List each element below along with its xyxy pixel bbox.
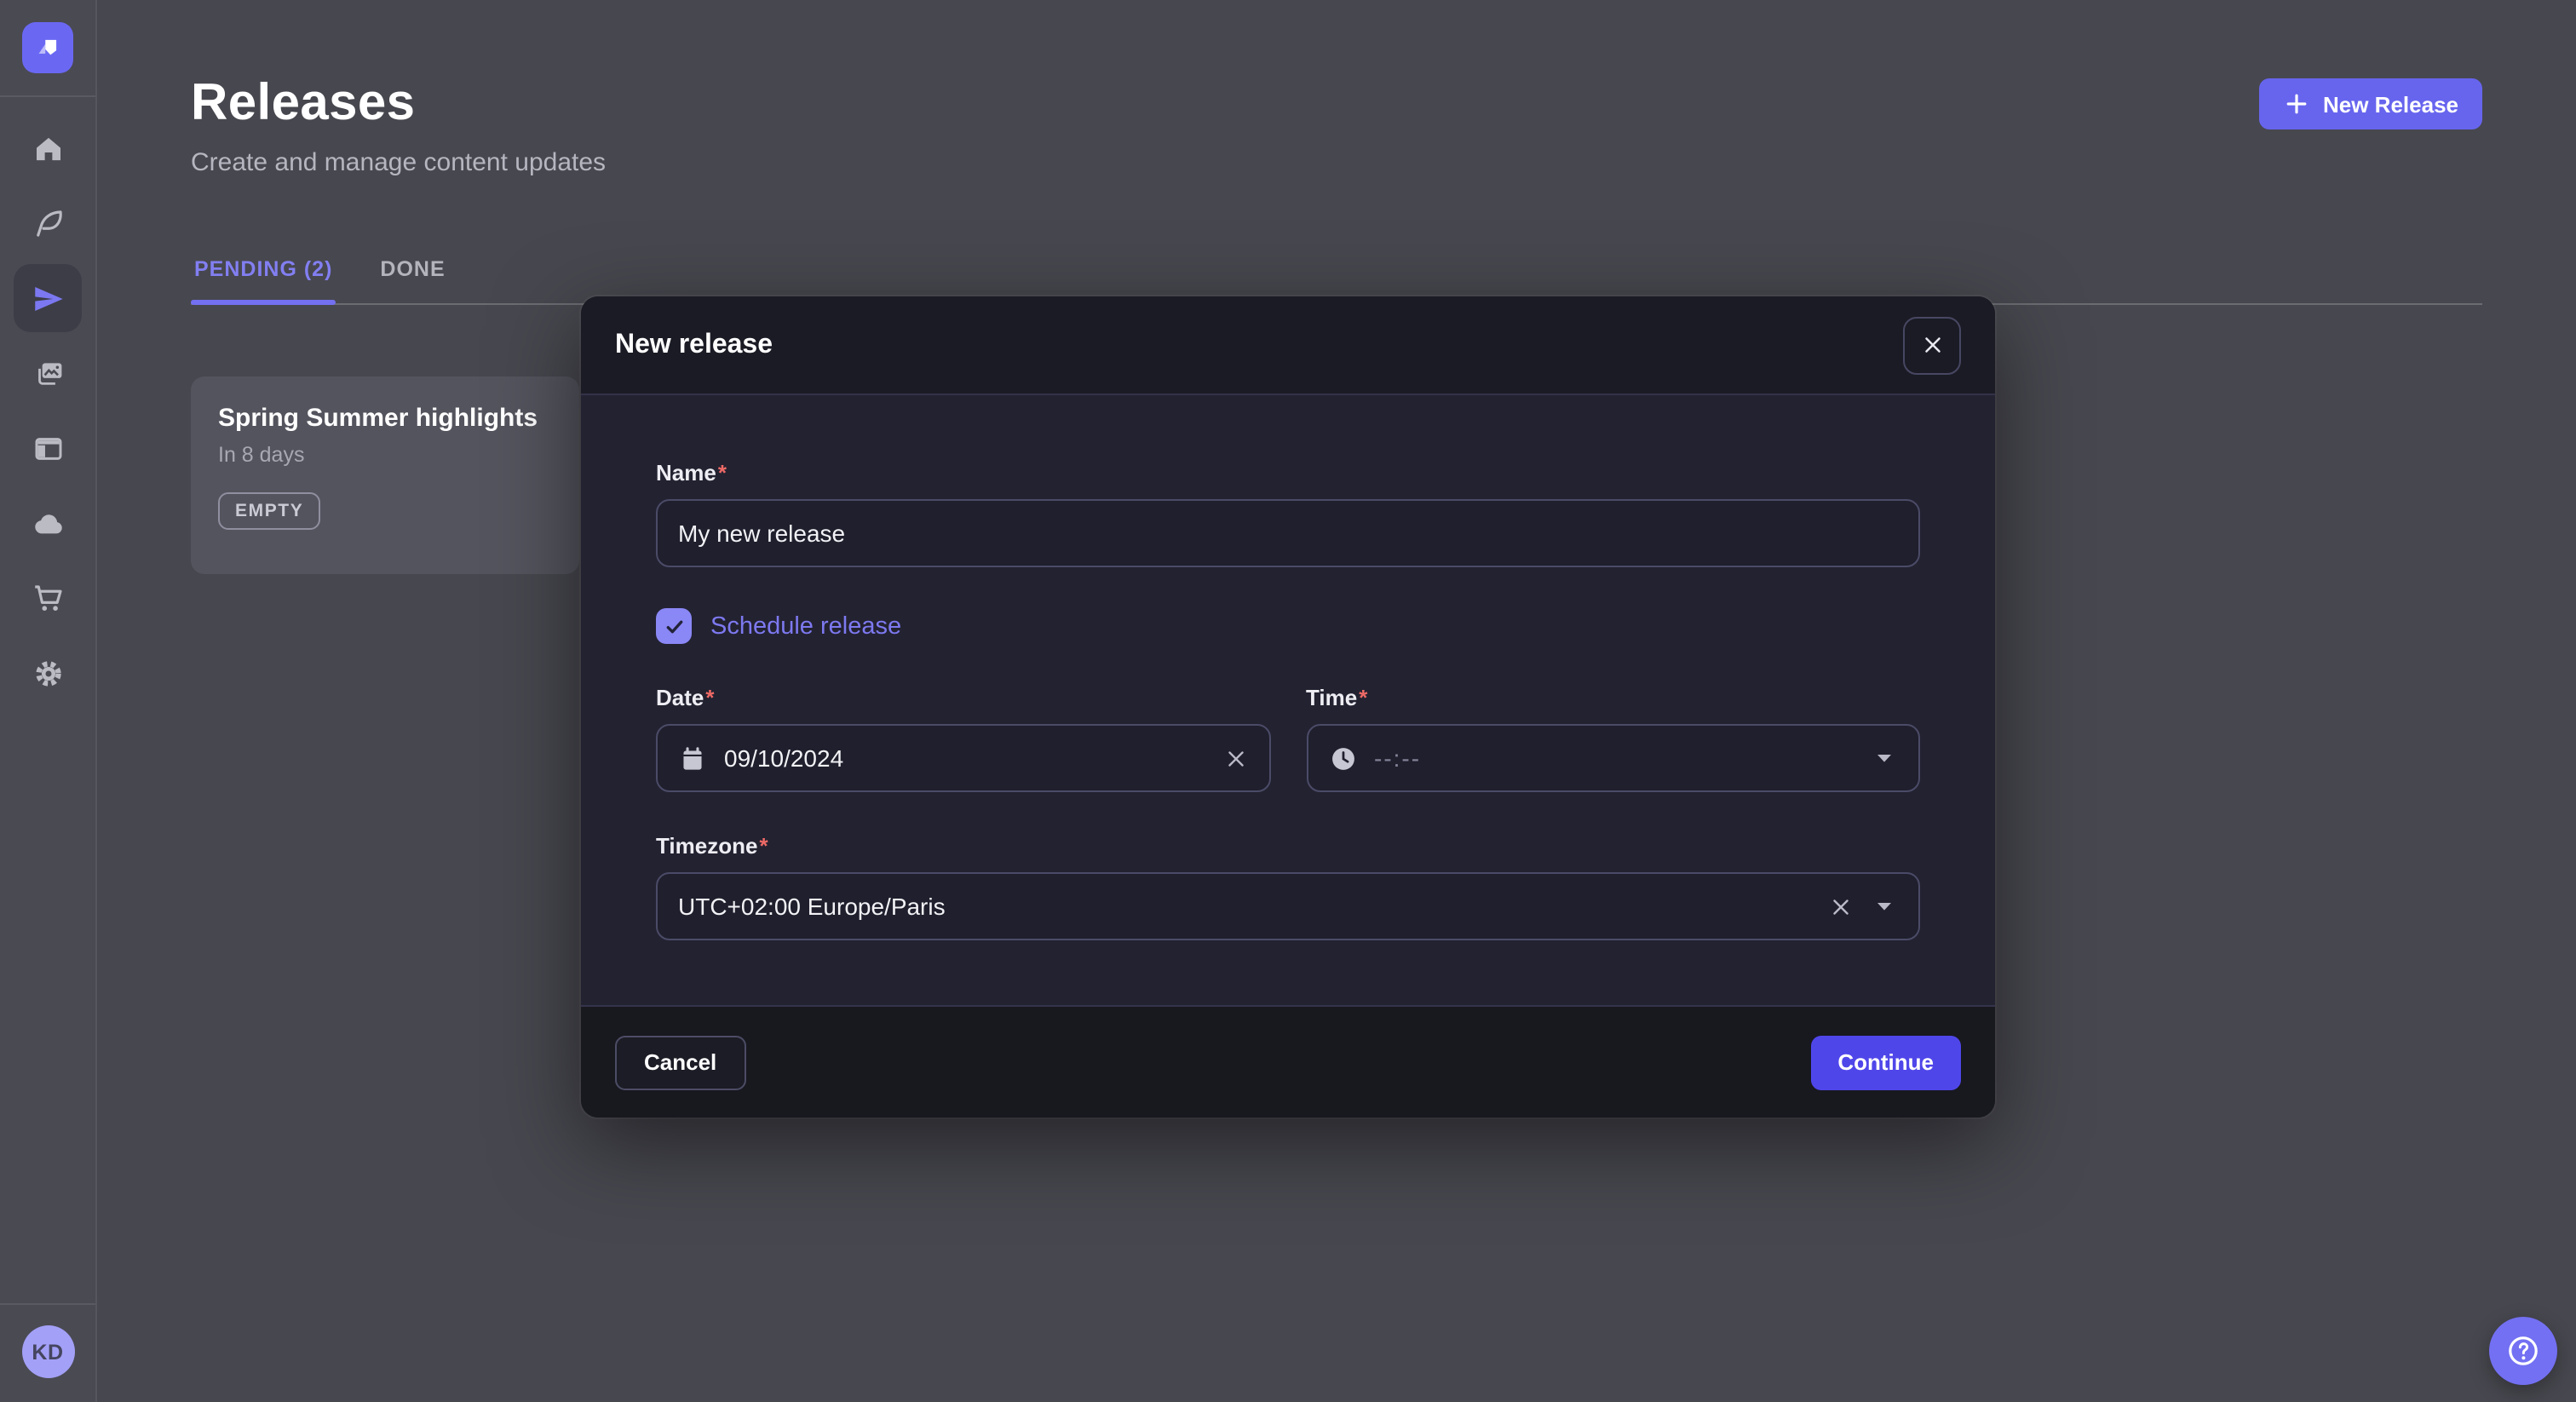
cancel-button[interactable]: Cancel	[615, 1035, 745, 1089]
schedule-row: Schedule release	[656, 608, 1920, 644]
name-input[interactable]	[678, 520, 1898, 547]
date-input[interactable]	[724, 744, 1205, 772]
name-label: Name*	[656, 460, 1920, 486]
continue-button[interactable]: Continue	[1810, 1035, 1961, 1089]
time-input[interactable]	[1374, 744, 1854, 772]
time-label-text: Time	[1306, 685, 1357, 710]
caret-down-icon	[1871, 893, 1898, 920]
modal-close-button[interactable]	[1903, 316, 1961, 374]
check-icon	[662, 614, 686, 638]
required-asterisk: *	[705, 685, 714, 710]
help-button[interactable]	[2489, 1317, 2557, 1385]
app-root: KD Releases Create and manage content up…	[0, 0, 2576, 1402]
timezone-field	[656, 872, 1920, 940]
required-asterisk: *	[1359, 685, 1367, 710]
modal-title: New release	[615, 330, 773, 360]
time-group: Time*	[1306, 685, 1920, 792]
schedule-checkbox[interactable]	[656, 608, 692, 644]
time-label: Time*	[1306, 685, 1920, 710]
timezone-clear-button[interactable]	[1828, 893, 1854, 919]
timezone-label-text: Timezone	[656, 833, 757, 859]
x-icon	[1828, 893, 1854, 919]
date-clear-button[interactable]	[1222, 745, 1248, 771]
clock-icon	[1328, 744, 1357, 773]
caret-down-icon	[1871, 744, 1898, 772]
date-field	[656, 724, 1270, 792]
question-icon	[2504, 1332, 2542, 1370]
close-icon	[1919, 332, 1945, 358]
required-asterisk: *	[718, 460, 727, 486]
time-field	[1306, 724, 1920, 792]
modal-header: New release	[581, 296, 1995, 395]
timezone-label: Timezone*	[656, 833, 1920, 859]
name-label-text: Name	[656, 460, 716, 486]
timezone-input[interactable]	[678, 893, 1811, 920]
name-field	[656, 499, 1920, 567]
calendar-icon	[678, 744, 707, 773]
modal-body: Name* Schedule release	[581, 395, 1995, 940]
required-asterisk: *	[759, 833, 768, 859]
modal-footer: Cancel Continue	[581, 1005, 1995, 1118]
date-time-row: Date*	[656, 685, 1920, 792]
timezone-dropdown-button[interactable]	[1871, 893, 1898, 920]
new-release-modal: New release Name*	[581, 296, 1995, 1118]
modal-overlay: New release Name*	[0, 0, 2576, 1402]
date-group: Date*	[656, 685, 1270, 792]
schedule-label[interactable]: Schedule release	[710, 612, 901, 640]
date-label: Date*	[656, 685, 1270, 710]
time-dropdown-button[interactable]	[1871, 744, 1898, 772]
date-label-text: Date	[656, 685, 704, 710]
x-icon	[1222, 745, 1248, 771]
